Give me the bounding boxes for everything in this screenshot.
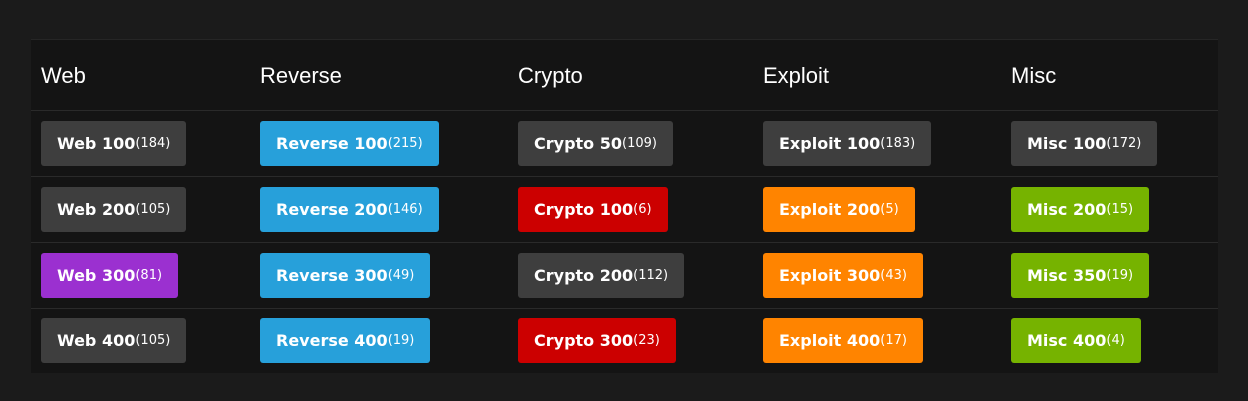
challenge-name: Crypto 300 — [534, 331, 634, 350]
solve-count: (23) — [633, 333, 660, 348]
solve-count: (19) — [387, 333, 415, 348]
challenge-row: Web 100 (184) Reverse 100 (215) Crypto 50(… — [31, 111, 1218, 177]
challenge-button-web-200[interactable]: Web 200 (105) — [41, 187, 187, 232]
challenge-name: Web 200 — [57, 200, 136, 219]
challenge-button-reverse-100[interactable]: Reverse 100 (215) — [260, 121, 439, 166]
challenge-button-exploit-400[interactable]: Exploit 400 (17) — [763, 318, 923, 363]
challenge-name: Exploit 300 — [779, 266, 881, 285]
challenge-name: Crypto 100 — [534, 200, 634, 219]
challenge-row: Web 200 (105) Reverse 200 (146) Crypto 100… — [31, 177, 1218, 243]
challenge-button-crypto-100[interactable]: Crypto 100 (6) — [518, 187, 668, 232]
solve-count: (105) — [135, 202, 171, 217]
challenge-name: Web 300 — [57, 266, 136, 285]
solve-count: (109) — [622, 136, 657, 151]
solve-count: (215) — [387, 136, 423, 151]
solve-count: (15) — [1106, 202, 1134, 217]
challenge-name: Exploit 100 — [779, 134, 881, 153]
solve-count: (172) — [1106, 136, 1142, 151]
solve-count: (112) — [633, 268, 669, 283]
solve-count: (146) — [387, 202, 423, 217]
challenge-button-exploit-100[interactable]: Exploit 100 (183) — [763, 121, 932, 166]
challenge-name: Web 400 — [57, 331, 136, 350]
category-header-crypto: Crypto — [518, 63, 583, 88]
challenge-button-crypto-300[interactable]: Crypto 300 (23) — [518, 318, 676, 363]
category-header-row: Web Reverse Crypto Exploit Misc — [31, 40, 1218, 111]
challenge-name: Misc 100 — [1027, 134, 1107, 153]
challenge-button-web-300[interactable]: Web 300 (81) — [41, 253, 179, 298]
solve-count: (6) — [633, 202, 652, 217]
solve-count: (105) — [135, 333, 171, 348]
challenge-name: Crypto 50 — [534, 134, 622, 153]
challenge-button-web-100[interactable]: Web 100 (184) — [41, 121, 187, 166]
challenge-board: Web Reverse Crypto Exploit Misc Web 100(… — [31, 39, 1218, 373]
solve-count: (43) — [880, 268, 907, 283]
challenge-button-web-400[interactable]: Web 400 (105) — [41, 318, 187, 363]
challenge-name: Exploit 400 — [779, 331, 881, 350]
solve-count: (184) — [135, 136, 171, 151]
challenge-button-misc-200[interactable]: Misc 200 (15) — [1011, 187, 1150, 232]
category-header-reverse: Reverse — [260, 63, 342, 88]
challenge-button-misc-400[interactable]: Misc 400 (4) — [1011, 318, 1141, 363]
challenge-name: Misc 350 — [1027, 266, 1107, 285]
solve-count: (183) — [880, 136, 916, 151]
challenge-button-misc-100[interactable]: Misc 100 (172) — [1011, 121, 1158, 166]
challenge-name: Reverse 300 — [276, 266, 388, 285]
challenge-name: Reverse 400 — [276, 331, 388, 350]
solve-count: (5) — [880, 202, 899, 217]
challenge-button-crypto-50[interactable]: Crypto 50 (109) — [518, 121, 673, 166]
challenge-row: Web 400 (105) Reverse 400 (19) Crypto 300(… — [31, 308, 1218, 373]
challenge-name: Exploit 200 — [779, 200, 881, 219]
solve-count: (17) — [880, 333, 907, 348]
challenge-name: Misc 400 — [1027, 331, 1107, 350]
challenge-button-reverse-200[interactable]: Reverse 200 (146) — [260, 187, 439, 232]
challenge-button-crypto-200[interactable]: Crypto 200 (112) — [518, 253, 685, 298]
challenge-name: Misc 200 — [1027, 200, 1107, 219]
challenge-button-reverse-400[interactable]: Reverse 400 (19) — [260, 318, 431, 363]
challenge-button-misc-350[interactable]: Misc 350 (19) — [1011, 253, 1150, 298]
solve-count: (49) — [387, 268, 415, 283]
category-header-misc: Misc — [1011, 63, 1057, 88]
category-header-exploit: Exploit — [763, 63, 830, 88]
challenge-button-exploit-200[interactable]: Exploit 200 (5) — [763, 187, 915, 232]
challenge-row: Web 300 (81) Reverse 300 (49) Crypto 200 (1… — [31, 243, 1218, 309]
challenge-button-reverse-300[interactable]: Reverse 300 (49) — [260, 253, 431, 298]
solve-count: (81) — [135, 268, 163, 283]
challenge-button-exploit-300[interactable]: Exploit 300 (43) — [763, 253, 923, 298]
challenge-name: Reverse 100 — [276, 134, 388, 153]
challenge-name: Web 100 — [57, 134, 136, 153]
challenge-name: Reverse 200 — [276, 200, 388, 219]
category-header-web: Web — [41, 63, 86, 88]
solve-count: (4) — [1106, 333, 1125, 348]
solve-count: (19) — [1106, 268, 1134, 283]
challenge-name: Crypto 200 — [534, 266, 634, 285]
